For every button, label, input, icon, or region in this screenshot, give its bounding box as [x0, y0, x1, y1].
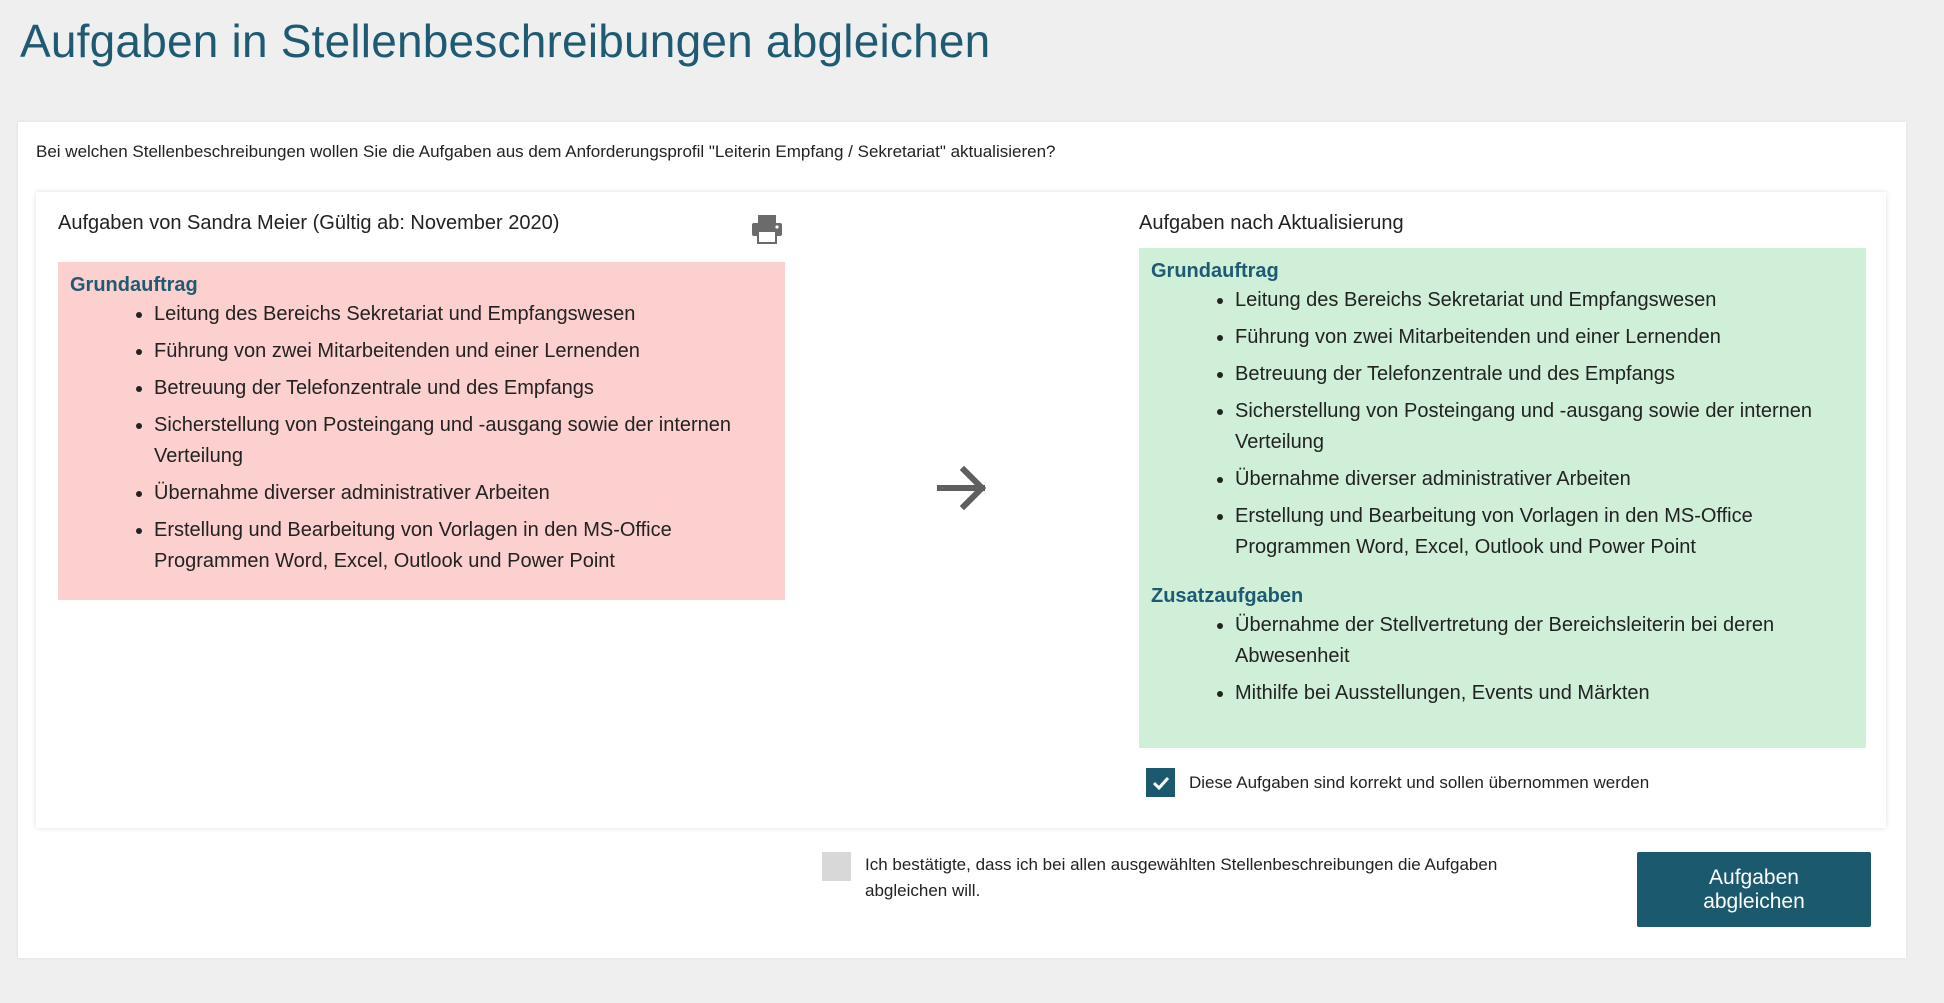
sync-panel: Bei welchen Stellenbeschreibungen wollen… [18, 122, 1906, 958]
task-item: Betreuung der Telefonzentrale und des Em… [1235, 359, 1854, 390]
updated-tasks-heading: Aufgaben nach Aktualisierung [1139, 212, 1404, 234]
task-item: Leitung des Bereichs Sekretariat und Emp… [1235, 285, 1854, 316]
print-icon[interactable] [750, 214, 784, 244]
accept-tasks-checkbox[interactable] [1146, 768, 1175, 797]
page-title: Aufgaben in Stellenbeschreibungen abglei… [20, 15, 991, 67]
current-tasks-box: Grundauftrag Leitung des Bereichs Sekreta… [58, 262, 785, 600]
sync-tasks-button[interactable]: Aufgaben abgleichen [1637, 852, 1871, 927]
question-text: Bei welchen Stellenbeschreibungen wollen… [36, 142, 1056, 161]
task-item: Sicherstellung von Posteingang und -ausg… [154, 410, 773, 472]
task-item: Mithilfe bei Ausstellungen, Events und M… [1235, 678, 1854, 709]
current-tasks-heading: Aufgaben von Sandra Meier (Gültig ab: No… [58, 212, 560, 234]
task-item: Übernahme der Stellvertretung der Bereic… [1235, 610, 1854, 672]
section-title: Grundauftrag [70, 274, 198, 296]
arrow-right-icon [934, 460, 990, 516]
section-title: Grundauftrag [1151, 260, 1279, 282]
confirm-row: Ich bestätigte, dass ich bei allen ausge… [822, 852, 1542, 904]
task-item: Erstellung und Bearbeitung von Vorlagen … [1235, 501, 1854, 563]
task-item: Übernahme diverser administrativer Arbei… [154, 478, 773, 509]
task-item: Leitung des Bereichs Sekretariat und Emp… [154, 299, 773, 330]
accept-tasks-row: Diese Aufgaben sind korrekt und sollen ü… [1146, 768, 1649, 797]
task-item: Führung von zwei Mitarbeitenden und eine… [154, 336, 773, 367]
task-list: Leitung des Bereichs Sekretariat und Emp… [70, 299, 773, 577]
task-item: Übernahme diverser administrativer Arbei… [1235, 464, 1854, 495]
section-title: Zusatzaufgaben [1151, 585, 1304, 607]
accept-tasks-label: Diese Aufgaben sind korrekt und sollen ü… [1189, 772, 1650, 792]
task-item: Führung von zwei Mitarbeitenden und eine… [1235, 322, 1854, 353]
updated-tasks-box: Grundauftrag Leitung des Bereichs Sekreta… [1139, 248, 1866, 748]
task-item: Sicherstellung von Posteingang und -ausg… [1235, 396, 1854, 458]
confirm-label: Ich bestätigte, dass ich bei allen ausge… [865, 855, 1498, 900]
task-item: Betreuung der Telefonzentrale und des Em… [154, 373, 773, 404]
task-list: Übernahme der Stellvertretung der Bereic… [1151, 610, 1854, 709]
confirm-checkbox[interactable] [822, 852, 851, 881]
task-item: Erstellung und Bearbeitung von Vorlagen … [154, 515, 773, 577]
employee-card: Aufgaben von Sandra Meier (Gültig ab: No… [36, 192, 1886, 828]
check-icon [1152, 776, 1169, 790]
task-list: Leitung des Bereichs Sekretariat und Emp… [1151, 285, 1854, 563]
